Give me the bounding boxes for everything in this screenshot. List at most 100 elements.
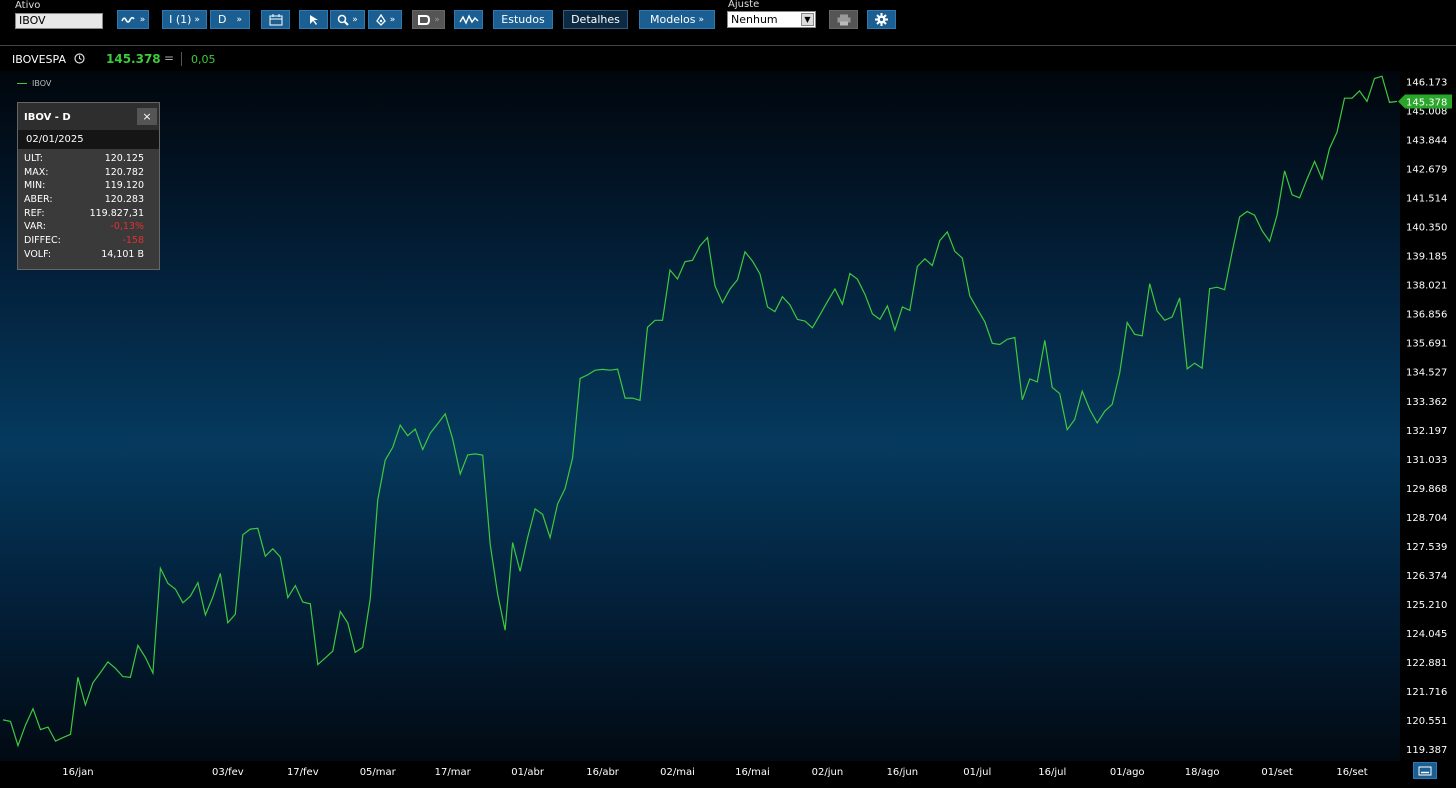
period-label: D <box>218 13 227 26</box>
price-series-line <box>2 75 1398 748</box>
info-row-value: 120.125 <box>104 153 144 164</box>
info-row: REF: 119.827,31 <box>18 207 159 221</box>
chevron-down-icon: » <box>434 14 440 25</box>
info-row-key: REF: <box>24 207 45 219</box>
info-panel-title: IBOV - D <box>24 112 71 123</box>
y-tick-label: 141.514 <box>1406 194 1447 205</box>
info-row-value: 14,101 B <box>101 248 144 260</box>
interval-button[interactable]: I (1) » <box>162 10 207 29</box>
x-axis-ticks: 16/jan 03/fev 17/fev 05/mar 17/mar 01/abr 16/a… <box>62 767 1368 778</box>
last-price-marker: 145.378 <box>1398 94 1452 109</box>
panel-toggle-button[interactable] <box>1413 762 1437 779</box>
info-row: ULT: 120.125 <box>18 152 159 166</box>
y-tick-label: 142.679 <box>1406 165 1447 176</box>
info-panel-date: 02/01/2025 <box>18 130 159 149</box>
y-axis-ticks: 146.173145.008143.844142.679141.514140.3… <box>1406 78 1447 756</box>
cursor-button[interactable] <box>299 10 328 29</box>
y-tick-label: 136.856 <box>1406 310 1447 321</box>
chevron-down-icon: » <box>194 14 200 25</box>
info-row: DIFFEC: -158 <box>18 234 159 248</box>
info-row-key: VOLF: <box>24 248 52 260</box>
info-row: ABER: 120.283 <box>18 193 159 207</box>
y-tick-label: 134.527 <box>1406 368 1447 379</box>
y-tick-label: 138.021 <box>1406 281 1447 292</box>
info-row-value: -158 <box>122 235 144 247</box>
last-price-tag-label: 145.378 <box>1406 97 1447 108</box>
y-tick-label: 129.868 <box>1406 484 1447 495</box>
x-tick-label: 18/ago <box>1185 767 1220 778</box>
clock-icon <box>74 53 85 64</box>
y-tick-label: 128.704 <box>1406 513 1447 524</box>
info-row-key: ABER: <box>24 194 53 206</box>
y-tick-label: 120.551 <box>1406 716 1447 727</box>
interval-label: I (1) <box>169 13 192 26</box>
info-row-value: -0,13% <box>110 221 144 233</box>
y-tick-label: 139.185 <box>1406 252 1447 263</box>
x-tick-label: 16/mai <box>735 767 770 778</box>
detalhes-button[interactable]: Detalhes <box>563 10 628 29</box>
last-price: 145.378 <box>106 52 161 66</box>
info-panel-header[interactable]: IBOV - D × <box>18 103 159 130</box>
print-button[interactable] <box>829 10 858 29</box>
info-row-key: ULT: <box>24 153 43 164</box>
info-row-key: MIN: <box>24 180 46 192</box>
quote-bar: IBOVESPA 145.378 = 0,05 <box>0 45 1456 71</box>
magnet-icon <box>418 14 431 25</box>
calendar-button[interactable] <box>261 10 290 29</box>
y-tick-label: 119.387 <box>1406 745 1447 756</box>
zoom-button[interactable]: » <box>330 10 365 29</box>
magnet-button[interactable]: » <box>412 10 445 29</box>
x-tick-label: 17/fev <box>287 767 319 778</box>
chart-legend: IBOV <box>17 79 51 88</box>
info-row: MAX: 120.782 <box>18 166 159 180</box>
symbol-name: IBOVESPA <box>12 53 66 66</box>
x-tick-label: 03/fev <box>212 767 244 778</box>
chevron-down-icon: » <box>139 14 146 25</box>
y-tick-label: 122.881 <box>1406 658 1447 669</box>
x-tick-label: 05/mar <box>360 767 397 778</box>
toolbar: Ativo IBOV » I (1) » D » » » » Estudos D… <box>0 0 1456 44</box>
draw-button[interactable]: » <box>368 10 402 29</box>
period-button[interactable]: D » <box>210 10 250 29</box>
x-tick-label: 17/mar <box>435 767 472 778</box>
gear-icon <box>875 13 888 26</box>
info-row-key: MAX: <box>24 166 49 178</box>
y-tick-label: 127.539 <box>1406 542 1447 553</box>
y-tick-label: 132.197 <box>1406 426 1447 437</box>
x-tick-label: 16/jul <box>1038 767 1066 778</box>
divider <box>181 52 182 66</box>
y-tick-label: 140.350 <box>1406 223 1447 234</box>
chevron-down-icon: ▼ <box>801 13 814 26</box>
y-tick-label: 135.691 <box>1406 339 1447 350</box>
info-row: VAR: -0,13% <box>18 220 159 234</box>
direction-indicator: = <box>164 51 175 65</box>
ajuste-select[interactable]: Nenhum ▼ <box>727 11 816 28</box>
info-row-key: VAR: <box>24 221 46 233</box>
info-panel-rows: ULT: 120.125 MAX: 120.782 MIN: 119.120 ABER: 12… <box>18 149 159 262</box>
ajuste-label: Ajuste <box>728 0 760 10</box>
chart-type-button[interactable]: » <box>117 10 149 29</box>
y-tick-label: 121.716 <box>1406 687 1447 698</box>
x-tick-label: 02/mai <box>660 767 695 778</box>
close-icon[interactable]: × <box>137 108 157 125</box>
x-tick-label: 16/jun <box>887 767 919 778</box>
panel-icon <box>1418 766 1432 776</box>
info-panel[interactable]: IBOV - D × 02/01/2025 ULT: 120.125 MAX: 120… <box>17 102 160 270</box>
estudos-button[interactable]: Estudos <box>493 10 553 29</box>
settings-button[interactable] <box>867 10 896 29</box>
ativo-label: Ativo <box>15 0 41 11</box>
chart-type-icon <box>120 16 135 23</box>
x-tick-label: 01/jul <box>963 767 991 778</box>
chevron-down-icon: » <box>389 14 396 25</box>
chart-area[interactable]: 146.173 145.008 143.844 142.679 141.514 140.3… <box>0 71 1456 788</box>
ativo-input[interactable]: IBOV <box>15 13 103 29</box>
studies-wave-button[interactable] <box>454 10 483 29</box>
info-row-value: 120.283 <box>104 194 144 206</box>
modelos-button[interactable]: Modelos » <box>639 10 715 29</box>
calendar-icon <box>269 13 282 25</box>
x-tick-label: 16/abr <box>586 767 620 778</box>
y-tick-label: 126.374 <box>1406 571 1447 582</box>
info-row-value: 119.120 <box>104 180 144 192</box>
price-chart[interactable]: 146.173145.008143.844142.679141.514140.3… <box>0 71 1456 788</box>
y-tick-label: 131.033 <box>1406 455 1447 466</box>
